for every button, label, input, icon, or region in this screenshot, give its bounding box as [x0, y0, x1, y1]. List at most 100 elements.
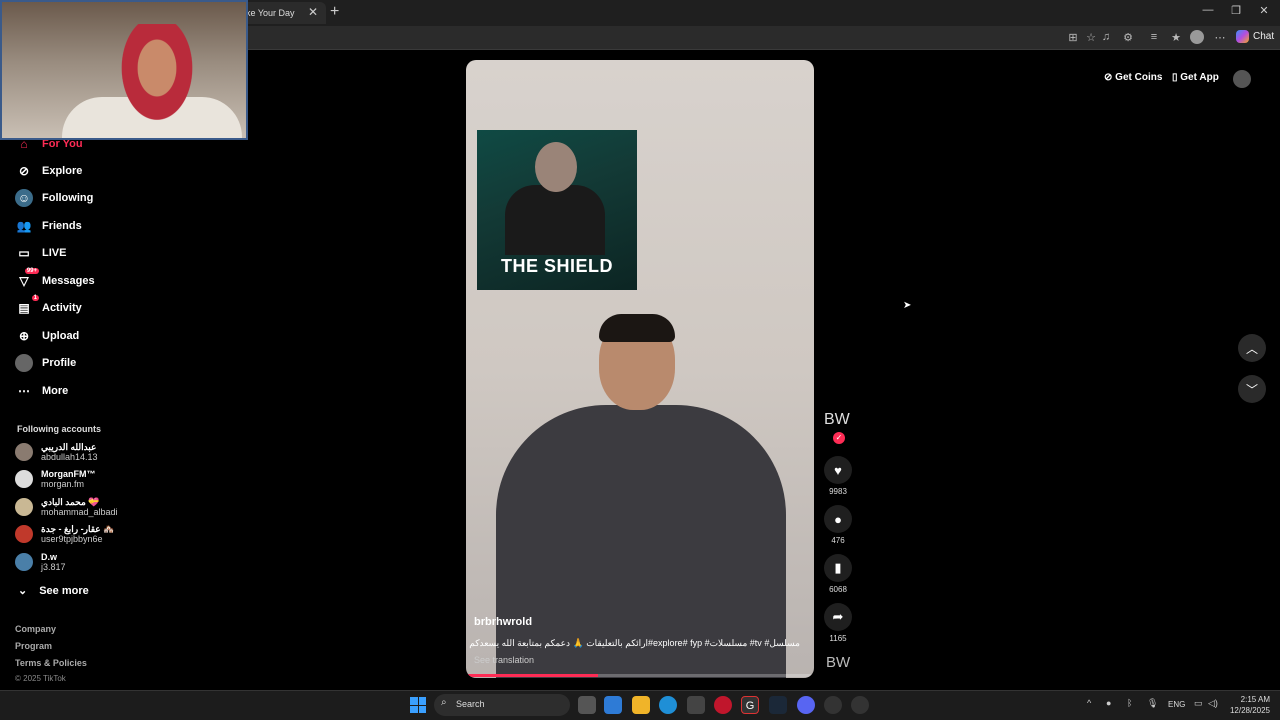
microphone-icon[interactable]: 🎙: [1147, 698, 1158, 709]
webcam-person-head: [112, 24, 202, 134]
star-icon[interactable]: ☆: [1083, 31, 1099, 44]
activity-icon: ▤ 1: [18, 295, 39, 315]
obs-icon[interactable]: [824, 696, 842, 714]
task-view-icon[interactable]: [578, 696, 596, 714]
messages-icon: ▽ 99+: [19, 268, 39, 288]
activity-badge: 1: [31, 295, 39, 301]
xbox-icon[interactable]: [851, 696, 869, 714]
following-account[interactable]: D.w j3.817: [15, 549, 66, 575]
more-icon: ⋯: [18, 384, 30, 398]
video-person-hair: [599, 314, 675, 342]
nav-label: Explore: [42, 165, 83, 177]
comment-action[interactable]: ● 476: [822, 505, 854, 545]
get-app-button[interactable]: ▯ Get App: [1172, 72, 1219, 83]
bell-icon[interactable]: ♫: [1098, 31, 1114, 43]
next-video-button[interactable]: ﹀: [1238, 375, 1266, 403]
system-clock[interactable]: 2:15 AM 12/28/2025: [1222, 694, 1270, 716]
windows-start-icon[interactable]: [410, 697, 426, 713]
app-g-icon[interactable]: G: [741, 696, 759, 714]
nav-live[interactable]: ▭ LIVE: [15, 242, 66, 264]
maximize-icon[interactable]: ❐: [1221, 4, 1251, 17]
avatar: [15, 354, 33, 372]
split-screen-icon[interactable]: ⊞: [1065, 31, 1081, 44]
follow-check-icon[interactable]: ✓: [833, 432, 845, 444]
creator-avatar[interactable]: BW: [824, 411, 850, 429]
nav-explore[interactable]: ⊘ Explore: [15, 160, 82, 182]
live-icon: ▭: [18, 246, 30, 260]
see-translation-link[interactable]: See translation: [474, 655, 534, 665]
file-explorer-icon[interactable]: [632, 696, 650, 714]
language-indicator[interactable]: ENG: [1168, 700, 1185, 709]
steam-icon[interactable]: [769, 696, 787, 714]
profile-icon[interactable]: [1190, 30, 1204, 44]
discord-icon[interactable]: [797, 696, 815, 714]
display-icon[interactable]: ▭: [1194, 698, 1203, 709]
opera-icon[interactable]: [714, 696, 732, 714]
following-account[interactable]: عقار- رابغ - جدة 🏘️ user9tpjbbyn6e: [15, 521, 114, 547]
share-count: 1165: [829, 634, 847, 643]
nav-label: LIVE: [42, 247, 67, 259]
minimize-icon[interactable]: —: [1193, 4, 1223, 16]
see-more-button[interactable]: ⌄ See more: [18, 584, 89, 597]
share-action[interactable]: ➦ 1165: [822, 603, 854, 643]
account-handle: mohammad_albadi: [41, 507, 118, 517]
extensions-icon[interactable]: ⚙: [1120, 31, 1136, 44]
avatar[interactable]: [1233, 70, 1251, 88]
comment-count: 476: [831, 536, 845, 545]
volume-icon[interactable]: ◁): [1208, 698, 1218, 709]
more-options-icon[interactable]: ⋯: [1212, 31, 1228, 44]
account-name: عبدالله الدريبي: [41, 442, 97, 452]
nav-friends[interactable]: 👥 Friends: [15, 215, 82, 237]
nav-upload[interactable]: ⊕ Upload: [15, 325, 79, 347]
close-tab-icon[interactable]: ✕: [308, 5, 318, 19]
nav-more[interactable]: ⋯ More: [15, 380, 68, 402]
previous-video-button[interactable]: ︿: [1238, 334, 1266, 362]
video-player[interactable]: THE SHIELD brbrhwrold مسلسل# tv# مسلسلات…: [466, 60, 814, 678]
close-window-icon[interactable]: ✕: [1249, 4, 1279, 17]
share-icon: ➦: [824, 603, 852, 631]
tray-app-icon[interactable]: ●: [1106, 698, 1111, 708]
nav-messages[interactable]: ▽ 99+ Messages: [15, 268, 95, 292]
store-icon[interactable]: [687, 696, 705, 714]
video-caption: مسلسل# tv# مسلسلات# explore# fyp#ارائكم …: [469, 638, 800, 648]
bookmark-icon: ▮: [824, 554, 852, 582]
get-coins-button[interactable]: ⊘ Get Coins: [1104, 72, 1162, 83]
footer-program-link[interactable]: Program: [15, 641, 52, 651]
favorites-icon[interactable]: ★: [1168, 31, 1184, 44]
like-action[interactable]: ♥ 9983: [822, 456, 854, 496]
see-more-label: See more: [39, 585, 89, 597]
new-tab-icon[interactable]: +: [330, 3, 339, 21]
copilot-chat-button[interactable]: Chat: [1236, 30, 1274, 43]
following-account[interactable]: عبدالله الدريبي abdullah14.13: [15, 439, 98, 465]
nav-following[interactable]: ☺ Following: [15, 187, 93, 209]
nav-label: Friends: [42, 220, 82, 232]
copilot-app-icon[interactable]: [604, 696, 622, 714]
video-author[interactable]: brbrhwrold: [474, 616, 532, 628]
nav-activity[interactable]: ▤ 1 Activity: [15, 295, 82, 319]
bluetooth-icon[interactable]: ᛒ: [1127, 698, 1132, 708]
upload-icon: ⊕: [18, 329, 30, 343]
copyright: © 2025 TikTok: [15, 674, 66, 683]
account-handle: morgan.fm: [41, 479, 85, 489]
account-name: D.w: [41, 552, 58, 562]
tray-overflow-icon[interactable]: ^: [1087, 698, 1091, 708]
save-action[interactable]: ▮ 6068: [822, 554, 854, 594]
following-account[interactable]: MorganFM™ morgan.fm: [15, 466, 96, 492]
messages-badge: 99+: [24, 268, 39, 274]
nav-profile[interactable]: Profile: [15, 352, 76, 374]
collections-icon[interactable]: ≡: [1146, 31, 1162, 43]
footer-terms-link[interactable]: Terms & Policies: [15, 658, 87, 668]
save-count: 6068: [829, 585, 847, 594]
following-account[interactable]: محمد البادي 💝 mohammad_albadi: [15, 494, 118, 520]
music-disc[interactable]: BW: [826, 654, 850, 671]
edge-icon[interactable]: [659, 696, 677, 714]
footer-company-link[interactable]: Company: [15, 624, 56, 634]
nav-label: Profile: [42, 357, 77, 369]
clock-time: 2:15 AM: [1240, 695, 1270, 704]
account-name: عقار- رابغ - جدة 🏘️: [41, 524, 115, 534]
account-handle: user9tpjbbyn6e: [41, 534, 103, 544]
nav-label: Upload: [42, 330, 80, 342]
chat-label: Chat: [1253, 31, 1275, 43]
taskbar-search[interactable]: Search: [434, 694, 570, 716]
comment-icon: ●: [824, 505, 852, 533]
